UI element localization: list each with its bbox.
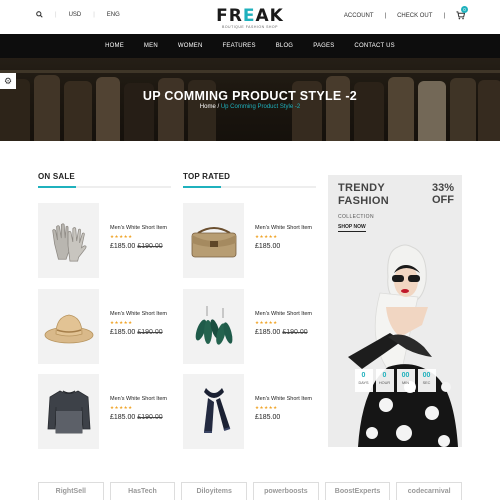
nav-item-men[interactable]: MEN <box>144 43 158 49</box>
bag-icon <box>191 226 236 257</box>
product-info: Men's White Short Item ★★★★★ £185.00 £190… <box>110 311 180 336</box>
nav-item-blog[interactable]: BLOG <box>276 43 293 49</box>
brand-logo-hastech[interactable]: HasTech <box>109 482 176 500</box>
brand-logos-strip: RightSell HasTech Diloyitems powerboosts… <box>38 482 463 500</box>
product-card[interactable]: Men's White Short Item ★★★★★ £185.00 <box>183 203 323 279</box>
product-image[interactable] <box>38 289 99 364</box>
product-card[interactable]: Men's White Short Item ★★★★★ £185.00 £190… <box>38 374 178 450</box>
rating-stars: ★★★★★ <box>255 405 278 410</box>
nav-item-women[interactable]: WOMEN <box>178 43 203 49</box>
product-info: Men's White Short Item ★★★★★ £185.00 <box>255 396 325 421</box>
product-name[interactable]: Men's White Short Item <box>110 396 180 402</box>
gloves-icon <box>51 222 86 262</box>
rating-stars: ★★★★★ <box>255 320 278 325</box>
top-bar-right: ACCOUNT | CHECK OUT | 0 <box>344 6 468 21</box>
shop-now-link[interactable]: SHOP NOW <box>338 224 366 232</box>
brand-logo-boostexperts[interactable]: BoostExperts <box>324 482 391 500</box>
breadcrumb: Home / Up Comming Product Style -2 <box>0 104 500 110</box>
countdown-hours: 0 HOUR <box>375 369 394 392</box>
cart-button[interactable]: 0 <box>456 6 468 21</box>
nav-item-home[interactable]: HOME <box>105 43 124 49</box>
brand-logo-diloyitems[interactable]: Diloyitems <box>181 482 248 500</box>
product-name[interactable]: Men's White Short Item <box>255 225 325 231</box>
breadcrumb-current: Up Comming Product Style -2 <box>220 104 301 110</box>
brand-logo-powerboosts[interactable]: powerboosts <box>253 482 319 500</box>
countdown-timer: 0 DAYS 0 HOUR 00 MIN 00 SEC <box>328 369 462 392</box>
old-price: £190.00 <box>137 329 163 336</box>
rating-stars: ★★★★★ <box>255 234 278 239</box>
product-image[interactable] <box>183 374 244 449</box>
main-nav: HOME MEN WOMEN FEATURES BLOG PAGES CONTA… <box>0 34 500 58</box>
brand-logo-rightsell[interactable]: RightSell <box>38 482 104 500</box>
discount-badge: 33% OFF <box>431 182 454 206</box>
product-info: Men's White Short Item ★★★★★ £185.00 £190… <box>110 225 180 250</box>
promo-banner[interactable]: TRENDY FASHION COLLECTION SHOP NOW 33% O… <box>328 175 462 447</box>
nav-item-features[interactable]: FEATURES <box>223 43 256 49</box>
banner-subtitle: COLLECTION <box>338 214 374 220</box>
product-image[interactable] <box>183 289 244 364</box>
top-bar: | USD | ENG FREAK BOUTIQUE FASHION SHOP … <box>0 0 500 34</box>
product-name[interactable]: Men's White Short Item <box>255 311 325 317</box>
old-price: £190.00 <box>137 243 163 250</box>
page-title: UP COMMING PRODUCT STYLE -2 <box>142 89 358 103</box>
fashion-model-image <box>348 244 458 447</box>
countdown-seconds: 00 SEC <box>417 369 436 392</box>
product-image[interactable] <box>38 203 99 278</box>
product-price: £185.00 £190.00 <box>255 329 308 336</box>
product-info: Men's White Short Item ★★★★★ £185.00 £190… <box>110 396 180 421</box>
product-image[interactable] <box>38 374 99 449</box>
product-info: Men's White Short Item ★★★★★ £185.00 £190… <box>255 311 325 336</box>
brand-logo-codecarnival[interactable]: codecarnival <box>396 482 463 500</box>
nav-item-contact-us[interactable]: CONTACT US <box>354 43 394 49</box>
product-card[interactable]: Men's White Short Item ★★★★★ £185.00 £190… <box>38 203 178 279</box>
logo-tagline: BOUTIQUE FASHION SHOP <box>221 25 278 29</box>
product-card[interactable]: Men's White Short Item ★★★★★ £185.00 £190… <box>183 289 323 365</box>
product-card[interactable]: Men's White Short Item ★★★★★ £185.00 <box>183 374 323 450</box>
section-underline <box>183 186 316 188</box>
section-underline <box>38 186 171 188</box>
breadcrumb-home-link[interactable]: Home <box>200 104 216 110</box>
straw-hat-icon <box>44 314 93 343</box>
countdown-minutes: 00 MIN <box>396 369 415 392</box>
sweater-icon <box>47 389 90 433</box>
product-name[interactable]: Men's White Short Item <box>110 225 180 231</box>
gear-icon: ⚙ <box>3 75 13 86</box>
product-price: £185.00 <box>255 243 281 250</box>
section-title: TOP RATED <box>183 172 231 181</box>
rating-stars: ★★★★★ <box>110 405 133 410</box>
section-title: ON SALE <box>38 172 75 181</box>
product-name[interactable]: Men's White Short Item <box>255 396 325 402</box>
on-sale-section: ON SALE <box>38 172 171 188</box>
rating-stars: ★★★★★ <box>110 234 133 239</box>
rating-stars: ★★★★★ <box>110 320 133 325</box>
account-link[interactable]: ACCOUNT <box>344 13 374 19</box>
product-info: Men's White Short Item ★★★★★ £185.00 <box>255 225 325 250</box>
countdown-days: 0 DAYS <box>354 369 373 392</box>
product-price: £185.00 £190.00 <box>110 329 163 336</box>
product-card[interactable]: Men's White Short Item ★★★★★ £185.00 £190… <box>38 289 178 365</box>
checkout-link[interactable]: CHECK OUT <box>397 13 432 19</box>
product-price: £185.00 <box>255 414 281 421</box>
product-image[interactable] <box>183 203 244 278</box>
settings-toggle[interactable]: ⚙ <box>0 73 16 89</box>
product-name[interactable]: Men's White Short Item <box>110 311 180 317</box>
cart-count-badge: 0 <box>461 6 468 13</box>
old-price: £190.00 <box>137 414 163 421</box>
divider: | <box>384 13 387 19</box>
divider: | <box>443 13 445 19</box>
scarf-icon <box>203 387 230 433</box>
banner-headline: TRENDY FASHION <box>338 182 389 207</box>
product-price: £185.00 £190.00 <box>110 243 163 250</box>
earrings-icon <box>195 305 232 345</box>
product-price: £185.00 £190.00 <box>110 414 163 421</box>
nav-item-pages[interactable]: PAGES <box>313 43 334 49</box>
top-rated-section: TOP RATED <box>183 172 316 188</box>
old-price: £190.00 <box>282 329 308 336</box>
